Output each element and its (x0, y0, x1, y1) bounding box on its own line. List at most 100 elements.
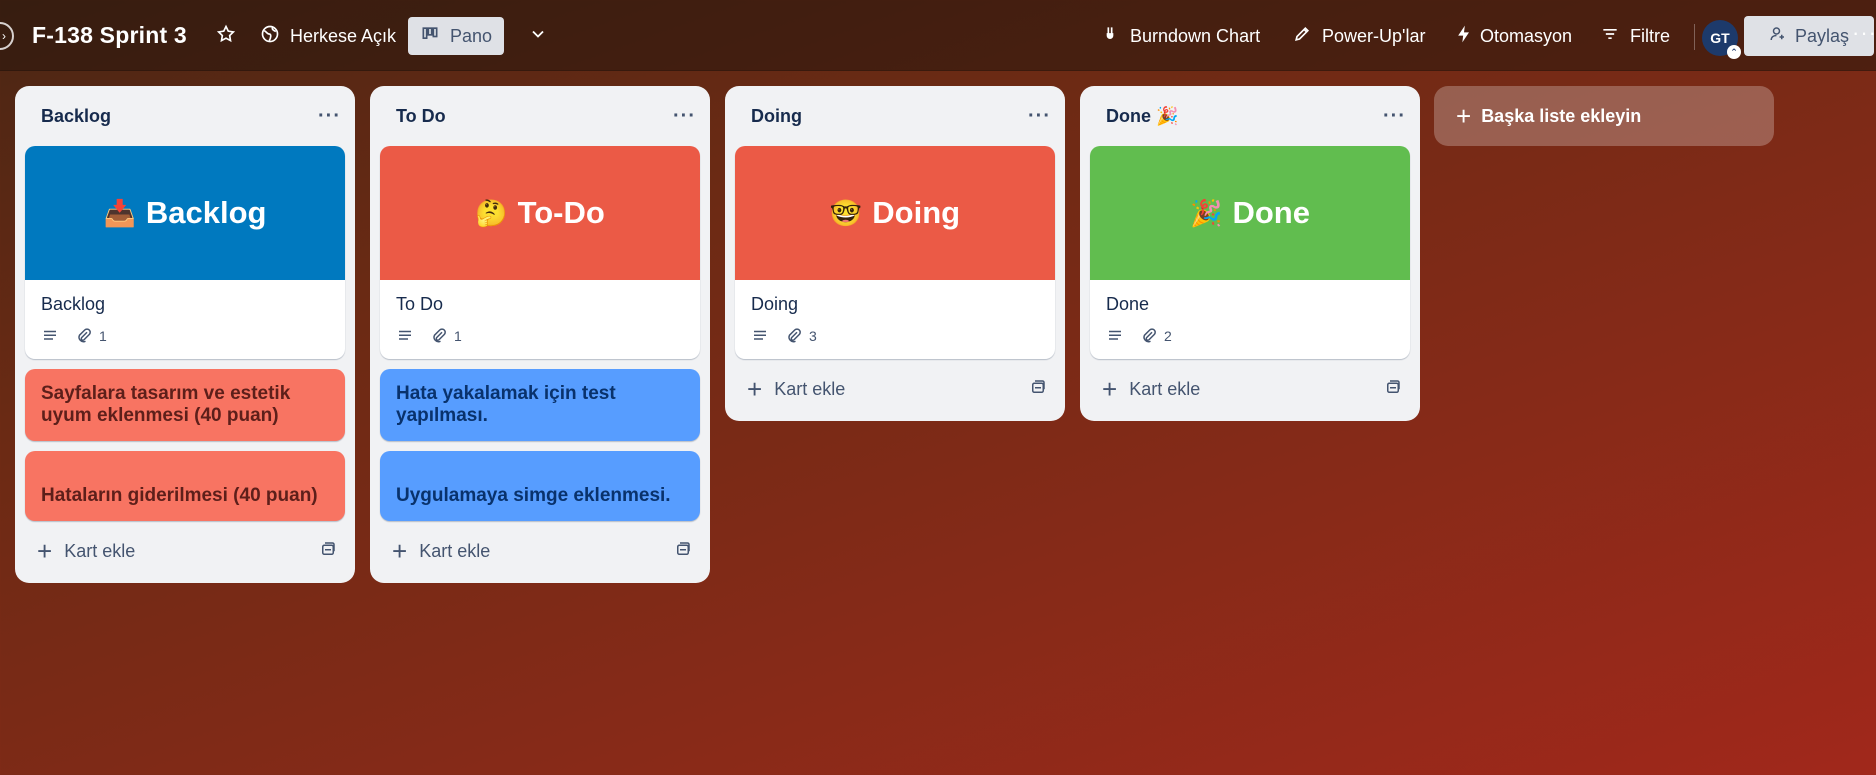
list-title[interactable]: Done 🎉 (1106, 106, 1178, 127)
list-doing: Doing ··· 🤓 Doing Doing 3 + Kart ekle (725, 86, 1065, 421)
list-done: Done 🎉 ··· 🎉 Done Done 2 + Kart ekle (1080, 86, 1420, 421)
add-card-label: Kart ekle (64, 540, 136, 561)
card-title: Done (1106, 294, 1150, 314)
plus-icon: + (37, 536, 53, 566)
burndown-icon (1100, 24, 1120, 49)
board-view-button[interactable]: Pano (408, 17, 504, 55)
list-title[interactable]: Backlog (41, 106, 111, 127)
nerd-face-icon: 🤓 (829, 197, 863, 228)
card-title: Doing (751, 294, 799, 314)
card-template-icon[interactable] (1384, 378, 1402, 401)
powerups-label: Power-Up'lar (1322, 25, 1426, 46)
add-card-button[interactable]: + Kart ekle (1102, 376, 1200, 402)
board-view-icon (420, 24, 440, 49)
list-card[interactable]: Hata yakalamak için test yapılması. (380, 369, 700, 441)
header-divider (1694, 24, 1695, 50)
add-list-label: Başka liste ekleyin (1481, 105, 1642, 126)
burndown-chart-button[interactable]: Burndown Chart (1090, 17, 1270, 55)
automation-label: Otomasyon (1480, 25, 1573, 46)
card-title: Hataların giderilmesi (40 puan) (41, 485, 318, 506)
add-card-button[interactable]: + Kart ekle (392, 538, 490, 564)
attachment-count: 1 (99, 328, 107, 344)
add-card-label: Kart ekle (774, 378, 846, 399)
plus-icon: + (1456, 101, 1472, 131)
attachment-count: 1 (454, 328, 462, 344)
admin-badge-icon: ⌃ (1727, 45, 1741, 59)
add-card-label: Kart ekle (1129, 378, 1201, 399)
card-template-icon[interactable] (674, 540, 692, 563)
add-list-button[interactable]: + Başka liste ekleyin (1434, 86, 1774, 146)
list-title[interactable]: To Do (396, 106, 446, 127)
description-icon (1106, 327, 1124, 345)
party-popper-icon: 🎉 (1190, 197, 1223, 228)
list-backlog: Backlog ··· 📥 Backlog Backlog 1 Sayfalar… (15, 86, 355, 583)
description-icon (41, 327, 59, 345)
list-menu-button[interactable]: ··· (1028, 105, 1051, 128)
add-card-button[interactable]: + Kart ekle (747, 376, 845, 402)
board-header: › F-138 Sprint 3 Herkese Açık Pano Burnd… (0, 0, 1876, 71)
chevron-down-icon (528, 24, 548, 49)
card-title: Uygulamaya simge eklenmesi. (396, 485, 671, 506)
card-title: Backlog (41, 294, 106, 314)
lightning-icon (1454, 24, 1474, 49)
cover-card[interactable]: 🎉 Done Done 2 (1090, 146, 1410, 359)
avatar[interactable]: GT ⌃ (1702, 20, 1741, 59)
burndown-label: Burndown Chart (1130, 25, 1261, 46)
list-card[interactable]: Sayfalara tasarım ve estetik uyum eklenm… (25, 369, 345, 441)
cover-card[interactable]: 🤓 Doing Doing 3 (735, 146, 1055, 359)
card-cover: 🎉 Done (1090, 146, 1410, 280)
cover-text: To-Do (517, 195, 605, 230)
paperclip-icon (78, 328, 91, 343)
globe-icon (260, 24, 280, 49)
avatar-initials: GT (1710, 30, 1730, 46)
attachment-badge: 3 (785, 327, 817, 345)
card-cover: 📥 Backlog (25, 146, 345, 280)
attachment-badge: 1 (75, 327, 107, 345)
card-title: Sayfalara tasarım ve estetik uyum eklenm… (41, 383, 291, 426)
thinking-face-icon: 🤔 (475, 197, 508, 228)
automation-button[interactable]: Otomasyon (1444, 17, 1582, 55)
paperclip-icon (788, 328, 801, 343)
description-icon (751, 327, 769, 345)
attachment-badge: 2 (1140, 327, 1172, 345)
rocket-icon (1292, 24, 1312, 49)
views-dropdown-button[interactable] (518, 17, 558, 55)
plus-icon: + (747, 374, 763, 404)
paperclip-icon (1143, 328, 1156, 343)
description-icon (396, 327, 414, 345)
list-menu-button[interactable]: ··· (1383, 105, 1406, 128)
cover-card[interactable]: 🤔 To-Do To Do 1 (380, 146, 700, 359)
inbox-icon: 📥 (103, 197, 136, 228)
plus-icon: + (1102, 374, 1118, 404)
card-title: Hata yakalamak için test yapılması. (396, 383, 616, 426)
plus-icon: + (392, 536, 408, 566)
card-title: To Do (396, 294, 444, 314)
card-cover: 🤔 To-Do (380, 146, 700, 280)
filter-label: Filtre (1630, 25, 1670, 46)
card-template-icon[interactable] (1029, 378, 1047, 401)
board-view-label: Pano (449, 25, 493, 46)
add-card-label: Kart ekle (419, 540, 491, 561)
board-title[interactable]: F-138 Sprint 3 (32, 22, 187, 49)
list-card[interactable]: Uygulamaya simge eklenmesi. (380, 451, 700, 521)
list-menu-button[interactable]: ··· (673, 105, 696, 128)
cover-text: Done (1232, 195, 1310, 230)
sidebar-toggle-button[interactable]: › (0, 22, 14, 50)
powerups-button[interactable]: Power-Up'lar (1282, 17, 1435, 55)
visibility-label: Herkese Açık (290, 25, 397, 46)
attachment-badge: 1 (430, 327, 462, 345)
board-menu-button[interactable]: ··· (1852, 20, 1876, 46)
list-title[interactable]: Doing (751, 106, 802, 127)
attachment-count: 3 (809, 328, 817, 344)
card-template-icon[interactable] (319, 540, 337, 563)
add-person-icon (1769, 25, 1787, 48)
list-menu-button[interactable]: ··· (318, 105, 341, 128)
filter-button[interactable]: Filtre (1590, 17, 1680, 55)
visibility-button[interactable]: Herkese Açık (250, 17, 406, 55)
share-label: Paylaş (1794, 25, 1850, 46)
cover-text: Doing (872, 195, 961, 230)
star-button[interactable] (206, 17, 246, 55)
add-card-button[interactable]: + Kart ekle (37, 538, 135, 564)
cover-card[interactable]: 📥 Backlog Backlog 1 (25, 146, 345, 359)
list-card[interactable]: Hataların giderilmesi (40 puan) (25, 451, 345, 521)
